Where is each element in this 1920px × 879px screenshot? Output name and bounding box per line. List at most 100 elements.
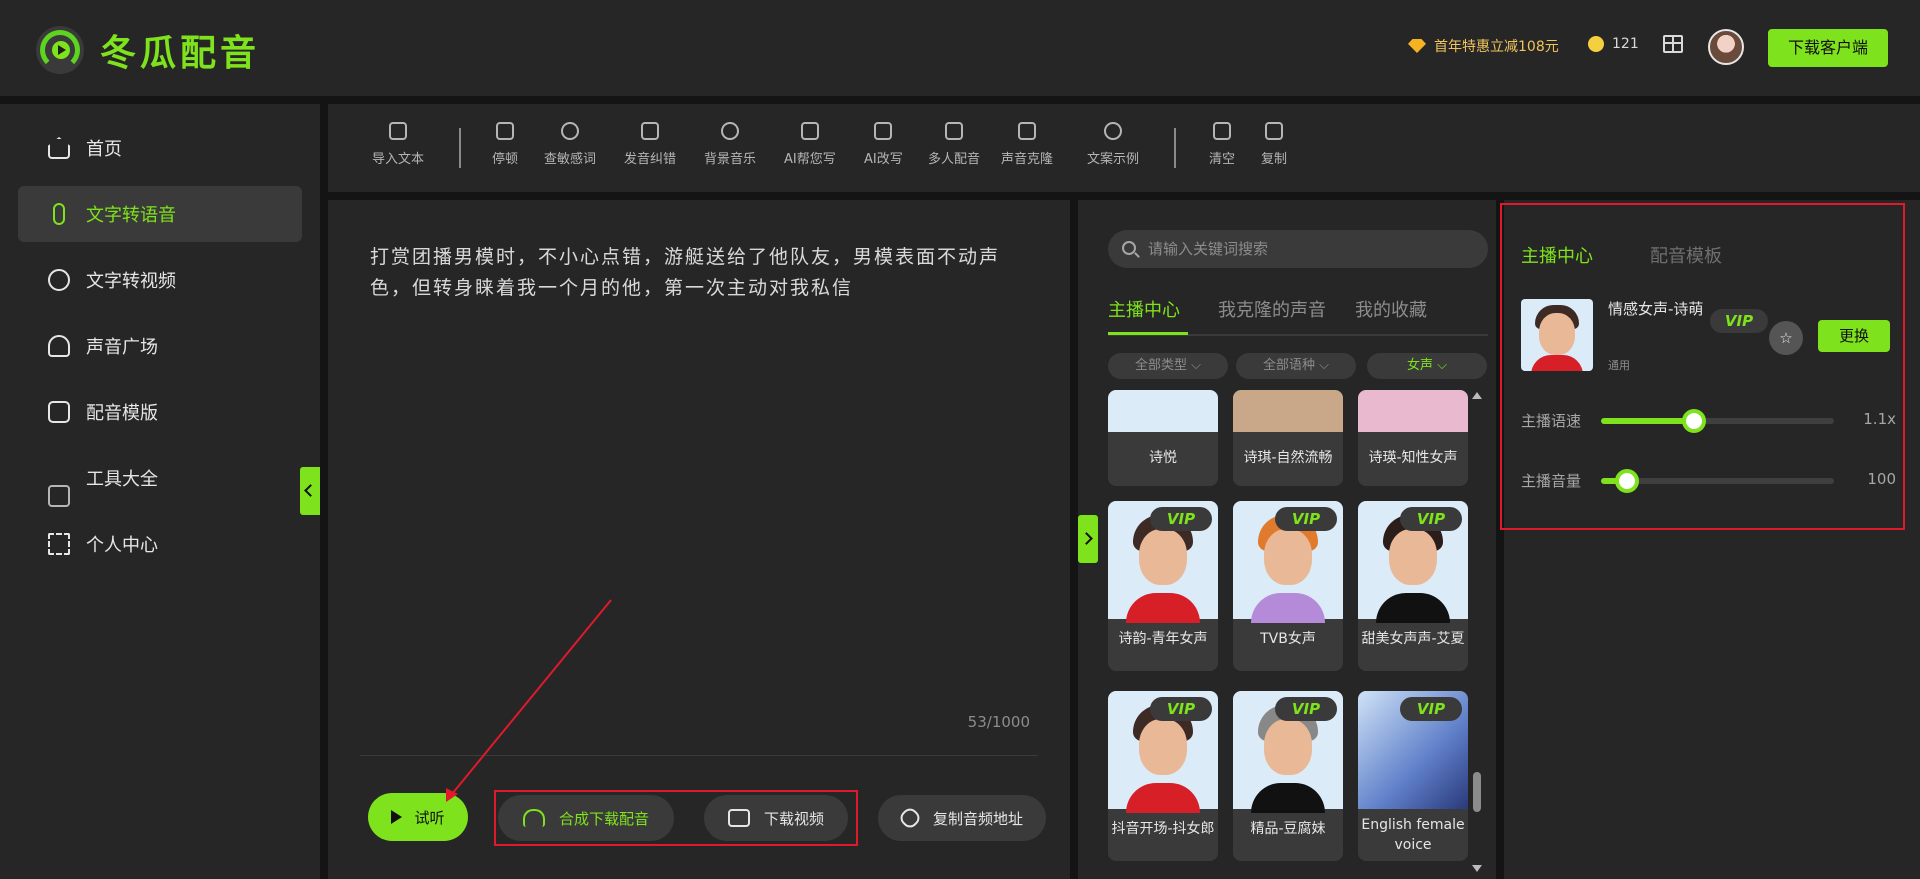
filter-language[interactable]: 全部语种 ⌵ [1236,353,1356,379]
scroll-down-icon[interactable] [1472,865,1482,872]
pause-icon [496,122,514,140]
tool-background-music[interactable]: 背景音乐 [704,122,756,167]
sidebar-item-label: 配音模版 [86,403,158,424]
app-logo[interactable]: 冬瓜配音 [36,24,260,76]
sidebar-item-templates[interactable]: 配音模版 [18,384,302,440]
expand-panel-button[interactable] [1078,515,1098,563]
voice-card[interactable]: VIP 抖音开场-抖女郎 [1108,691,1218,861]
vip-badge: VIP [1400,507,1462,531]
tool-label: 导入文本 [372,152,425,167]
voice-name: 诗悦 [1149,450,1177,466]
sidebar-item-home[interactable]: 首页 [18,120,302,176]
synthesize-download-button[interactable]: 合成下载配音 [498,795,674,841]
download-video-button[interactable]: 下载视频 [704,795,848,841]
sidebar-item-voice-plaza[interactable]: 声音广场 [18,318,302,374]
filter-label: 全部语种 [1262,358,1315,373]
toolbox-icon [48,485,70,507]
video-camera-icon [727,809,750,827]
tool-clear[interactable]: 清空 [1209,122,1235,167]
script-text-area[interactable]: 打赏团播男模时，不小心点错，游艇送给了他队友，男模表面不动声色，但转身睐着我一个… [370,242,1030,304]
tab-my-clones[interactable]: 我克隆的声音 [1218,296,1326,322]
diamond-icon [1408,39,1426,53]
gift-icon[interactable] [1663,35,1683,53]
voice-name: 诗琪-自然流畅 [1243,450,1333,466]
robot-icon [800,122,819,140]
coin-icon [1588,36,1604,52]
vip-badge: VIP [1275,507,1337,531]
sidebar-item-profile[interactable]: 个人中心 [18,516,302,572]
vip-promo[interactable]: 首年特惠立减108元 [1408,36,1559,56]
sidebar-item-label: 首页 [86,139,122,160]
voice-card[interactable]: VIP English female voice [1358,691,1468,861]
filter-gender[interactable]: 女声 ⌵ [1367,353,1487,379]
voice-name: 诗瑛-知性女声 [1368,450,1458,466]
tool-text-examples[interactable]: 文案示例 [1087,122,1139,167]
download-video-label: 下载视频 [763,809,824,828]
vip-badge: VIP [1150,697,1212,721]
sidebar-item-label: 个人中心 [86,535,158,556]
listen-button[interactable]: 试听 [368,793,468,841]
editor-toolbar: 导入文本 停顿 查敏感词 发音纠错 背景音乐 AI帮您写 AI改写 多人配音 声… [328,104,1920,192]
search-input[interactable] [1148,230,1478,268]
import-icon [389,122,407,140]
collapse-sidebar-button[interactable] [300,467,320,515]
voice-name: 精品-豆腐妹 [1250,821,1326,837]
voice-card[interactable]: 诗琪-自然流畅 [1233,390,1343,486]
voice-search[interactable] [1108,230,1488,268]
tool-copy[interactable]: 复制 [1261,122,1287,167]
voice-card[interactable]: VIP 诗韵-青年女声 [1108,501,1218,671]
tool-label: AI改写 [864,152,903,167]
tool-ai-write[interactable]: AI帮您写 [784,122,836,167]
user-avatar[interactable] [1708,29,1744,65]
tool-pause[interactable]: 停顿 [492,122,518,167]
tool-ai-rewrite[interactable]: AI改写 [864,122,903,167]
tool-pronunciation[interactable]: 发音纠错 [624,122,676,167]
microphone-icon [53,203,65,225]
filter-label: 女声 [1406,358,1433,373]
tool-label: 声音克隆 [1001,152,1054,167]
tool-label: 多人配音 [928,152,981,167]
tab-anchor-center[interactable]: 主播中心 [1108,296,1188,335]
tool-voice-clone[interactable]: 声音克隆 [1001,122,1053,167]
voice-list-scrollbar[interactable] [1472,392,1482,872]
scroll-up-icon[interactable] [1472,392,1482,399]
template-icon [48,401,70,423]
sidebar-item-text-to-video[interactable]: 文字转视频 [18,252,302,308]
tool-label: 停顿 [492,152,519,167]
voice-card[interactable]: VIP TVB女声 [1233,501,1343,671]
voice-name: 诗韵-青年女声 [1118,631,1208,647]
voice-selector: 主播中心 我克隆的声音 我的收藏 全部类型 ⌵ 全部语种 ⌵ 女声 ⌵ 诗悦 诗… [1078,200,1496,879]
voice-card[interactable]: VIP 精品-豆腐妹 [1233,691,1343,861]
tab-favorites[interactable]: 我的收藏 [1355,296,1427,322]
music-icon [721,122,739,140]
tool-label: 复制 [1261,152,1288,167]
tool-multi-voice[interactable]: 多人配音 [928,122,980,167]
tool-label: 背景音乐 [704,152,757,167]
sidebar-item-label: 文字转语音 [86,205,176,226]
tool-sensitive-words[interactable]: 查敏感词 [544,122,596,167]
coin-balance[interactable]: 121 [1588,36,1639,52]
search-icon [1122,241,1136,255]
voice-name: 甜美女声声-艾夏 [1361,631,1465,647]
bear-icon [48,269,70,291]
voice-grid[interactable]: 诗悦 诗琪-自然流畅 诗瑛-知性女声 VIP 诗韵-青年女声 VIP TVB女声… [1108,390,1468,879]
scroll-thumb[interactable] [1473,772,1481,812]
vip-badge: VIP [1400,697,1462,721]
voice-card[interactable]: 诗瑛-知性女声 [1358,390,1468,486]
sidebar-item-label: 声音广场 [86,337,158,358]
voice-card[interactable]: 诗悦 [1108,390,1218,486]
filter-type[interactable]: 全部类型 ⌵ [1108,353,1228,379]
tool-import-text[interactable]: 导入文本 [372,122,424,167]
vip-badge: VIP [1275,697,1337,721]
copy-audio-url-button[interactable]: 复制音频地址 [878,795,1046,841]
sidebar-item-tools[interactable]: 工具大全 [18,450,302,507]
promo-text: 首年特惠立减108元 [1434,39,1559,55]
app-name: 冬瓜配音 [100,33,261,74]
voice-card[interactable]: VIP 甜美女声声-艾夏 [1358,501,1468,671]
link-icon [897,805,923,831]
download-client-button[interactable]: 下载客户端 [1768,29,1888,67]
sidebar-item-text-to-speech[interactable]: 文字转语音 [18,186,302,242]
top-bar: 冬瓜配音 首年特惠立减108元 121 下载客户端 [0,0,1920,96]
text-editor: 打赏团播男模时，不小心点错，游艇送给了他队友，男模表面不动声色，但转身睐着我一个… [328,200,1070,879]
vip-badge: VIP [1150,507,1212,531]
